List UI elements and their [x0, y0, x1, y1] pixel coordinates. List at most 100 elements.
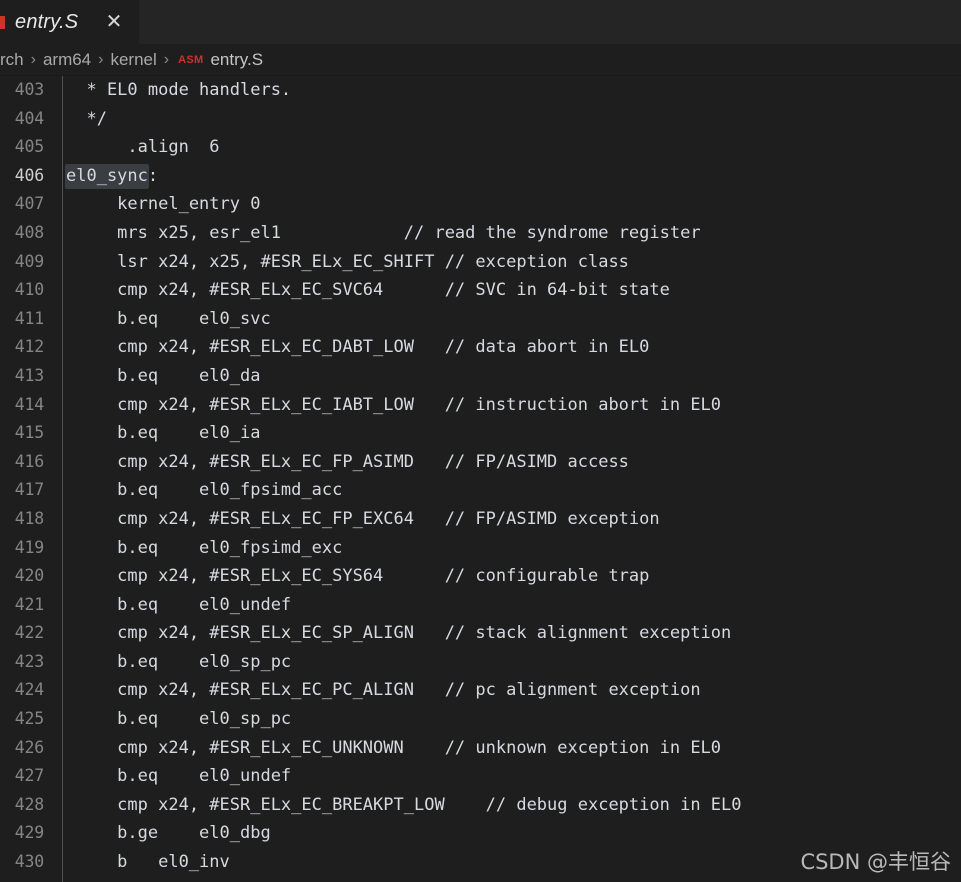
- code-line[interactable]: 404 */: [0, 105, 961, 134]
- line-number: 419: [14, 537, 44, 557]
- line-number: 417: [14, 480, 44, 500]
- code-line[interactable]: 416 cmp x24, #ESR_ELx_EC_FP_ASIMD // FP/…: [0, 448, 961, 477]
- code-line[interactable]: 417 b.eq el0_fpsimd_acc: [0, 476, 961, 505]
- code-line[interactable]: 427 b.eq el0_undef: [0, 762, 961, 791]
- line-number: 404: [14, 108, 44, 128]
- code-line[interactable]: 403 * EL0 mode handlers.: [0, 76, 961, 105]
- chevron-right-icon: ›: [30, 50, 36, 68]
- code-line[interactable]: 407 kernel_entry 0: [0, 190, 961, 219]
- asm-file-icon: ASM: [178, 53, 204, 66]
- code-editor[interactable]: 403 * EL0 mode handlers. 404 */405 .align…: [0, 76, 961, 882]
- code-line-text: lsr x24, x25, #ESR_ELx_EC_SHIFT // excep…: [66, 251, 629, 272]
- line-number: 410: [14, 280, 44, 300]
- line-number: 426: [14, 737, 44, 757]
- code-line-text: cmp x24, #ESR_ELx_EC_FP_ASIMD // FP/ASIM…: [66, 451, 629, 472]
- editor-tab-bar: entry.S ✕: [0, 0, 961, 44]
- line-number: 408: [14, 222, 44, 242]
- chevron-right-icon: ›: [98, 50, 104, 68]
- tab-entry-s[interactable]: entry.S ✕: [0, 0, 140, 44]
- line-number: 429: [14, 823, 44, 843]
- line-number: 405: [14, 137, 44, 157]
- code-line[interactable]: 429 b.ge el0_dbg: [0, 819, 961, 848]
- code-line-text: cmp x24, #ESR_ELx_EC_IABT_LOW // instruc…: [66, 394, 722, 415]
- code-line-text: cmp x24, #ESR_ELx_EC_SVC64 // SVC in 64-…: [66, 280, 670, 301]
- chevron-right-icon: ›: [163, 50, 170, 68]
- close-icon[interactable]: ✕: [89, 11, 125, 33]
- breadcrumb-item-arch[interactable]: rch: [0, 50, 24, 70]
- asm-file-icon: [0, 14, 11, 30]
- code-line-text: cmp x24, #ESR_ELx_EC_FP_EXC64 // FP/ASIM…: [66, 508, 660, 529]
- code-line[interactable]: 425 b.eq el0_sp_pc: [0, 705, 961, 734]
- code-line[interactable]: 422 cmp x24, #ESR_ELx_EC_SP_ALIGN // sta…: [0, 619, 961, 648]
- code-line[interactable]: 421 b.eq el0_undef: [0, 591, 961, 620]
- breadcrumb-item-file[interactable]: entry.S: [210, 50, 263, 70]
- line-number: 427: [14, 766, 44, 786]
- code-line[interactable]: 418 cmp x24, #ESR_ELx_EC_FP_EXC64 // FP/…: [0, 505, 961, 534]
- code-line[interactable]: 430 b el0_inv: [0, 848, 961, 877]
- line-number: 425: [14, 709, 44, 729]
- code-line[interactable]: 431: [0, 877, 961, 882]
- code-line-text: */: [66, 108, 107, 129]
- code-line[interactable]: 419 b.eq el0_fpsimd_exc: [0, 534, 961, 563]
- code-line[interactable]: 420 cmp x24, #ESR_ELx_EC_SYS64 // config…: [0, 562, 961, 591]
- code-line-text: b.eq el0_sp_pc: [66, 709, 292, 730]
- breadcrumb-item-kernel[interactable]: kernel: [110, 50, 156, 70]
- code-line-text: b.ge el0_dbg: [66, 823, 271, 844]
- code-line-text: * EL0 mode handlers.: [66, 80, 292, 100]
- code-line-text: cmp x24, #ESR_ELx_EC_SYS64 // configurab…: [66, 566, 650, 587]
- line-number: 418: [14, 508, 44, 528]
- breadcrumb-item-arm64[interactable]: arm64: [43, 50, 91, 70]
- code-line-text: b.eq el0_undef: [66, 766, 292, 787]
- code-line[interactable]: 423 b.eq el0_sp_pc: [0, 648, 961, 677]
- line-number: 430: [14, 852, 44, 872]
- code-line[interactable]: 428 cmp x24, #ESR_ELx_EC_BREAKPT_LOW // …: [0, 791, 961, 820]
- code-line[interactable]: 410 cmp x24, #ESR_ELx_EC_SVC64 // SVC in…: [0, 276, 961, 305]
- code-line-text: el0_sync:: [65, 162, 158, 191]
- line-number: 411: [14, 308, 44, 328]
- code-line[interactable]: 411 b.eq el0_svc: [0, 305, 961, 334]
- code-line-text: mrs x25, esr_el1 // read the syndrome re…: [66, 222, 701, 243]
- code-line-text: b el0_inv: [66, 852, 230, 873]
- line-number: 407: [14, 194, 44, 214]
- editor-window: entry.S ✕ rch › arm64 › kernel › ASM ent…: [0, 0, 961, 882]
- code-line-text: cmp x24, #ESR_ELx_EC_PC_ALIGN // pc alig…: [66, 680, 701, 701]
- line-number: 412: [14, 337, 44, 357]
- code-line-text: b.eq el0_undef: [66, 594, 292, 615]
- code-line[interactable]: 406 el0_sync:: [0, 162, 961, 191]
- code-line-text: cmp x24, #ESR_ELx_EC_BREAKPT_LOW // debu…: [66, 794, 742, 815]
- code-line-text: b.eq el0_sp_pc: [66, 651, 292, 672]
- line-number: 403: [14, 80, 44, 99]
- code-line-text: kernel_entry 0: [66, 194, 261, 215]
- code-line[interactable]: 424 cmp x24, #ESR_ELx_EC_PC_ALIGN // pc …: [0, 676, 961, 705]
- line-number: 421: [14, 594, 44, 614]
- line-number: 409: [14, 251, 44, 271]
- line-number: 424: [14, 680, 44, 700]
- code-line[interactable]: 408 mrs x25, esr_el1 // read the syndrom…: [0, 219, 961, 248]
- code-line[interactable]: 409 lsr x24, x25, #ESR_ELx_EC_SHIFT // e…: [0, 248, 961, 277]
- line-number: 414: [14, 394, 44, 414]
- code-line[interactable]: 412 cmp x24, #ESR_ELx_EC_DABT_LOW // dat…: [0, 333, 961, 362]
- code-line[interactable]: 426 cmp x24, #ESR_ELx_EC_UNKNOWN // unkn…: [0, 734, 961, 763]
- code-line-text: .align 6: [66, 137, 220, 158]
- line-number: 415: [14, 423, 44, 443]
- code-line-text: cmp x24, #ESR_ELx_EC_UNKNOWN // unknown …: [66, 737, 722, 758]
- code-line-text: b.eq el0_fpsimd_exc: [66, 537, 343, 558]
- breadcrumb: rch › arm64 › kernel › ASM entry.S: [0, 44, 961, 76]
- code-line-text: b.eq el0_svc: [66, 308, 271, 329]
- code-line[interactable]: 415 b.eq el0_ia: [0, 419, 961, 448]
- code-line-text: b.eq el0_da: [66, 365, 261, 386]
- code-lines-container[interactable]: 403 * EL0 mode handlers. 404 */405 .align…: [0, 76, 961, 882]
- line-number: 428: [14, 794, 44, 814]
- line-number: 422: [14, 623, 44, 643]
- line-number: 406: [14, 165, 44, 185]
- code-line-text: b.eq el0_ia: [66, 423, 261, 444]
- code-line-text: b.eq el0_fpsimd_acc: [66, 480, 343, 501]
- line-number: 423: [14, 651, 44, 671]
- tab-bar-empty-space: [140, 0, 961, 44]
- line-number: 416: [14, 451, 44, 471]
- line-number: 431: [0, 877, 44, 882]
- code-line-text: cmp x24, #ESR_ELx_EC_SP_ALIGN // stack a…: [66, 623, 732, 644]
- code-line[interactable]: 413 b.eq el0_da: [0, 362, 961, 391]
- code-line[interactable]: 414 cmp x24, #ESR_ELx_EC_IABT_LOW // ins…: [0, 391, 961, 420]
- code-line[interactable]: 405 .align 6: [0, 133, 961, 162]
